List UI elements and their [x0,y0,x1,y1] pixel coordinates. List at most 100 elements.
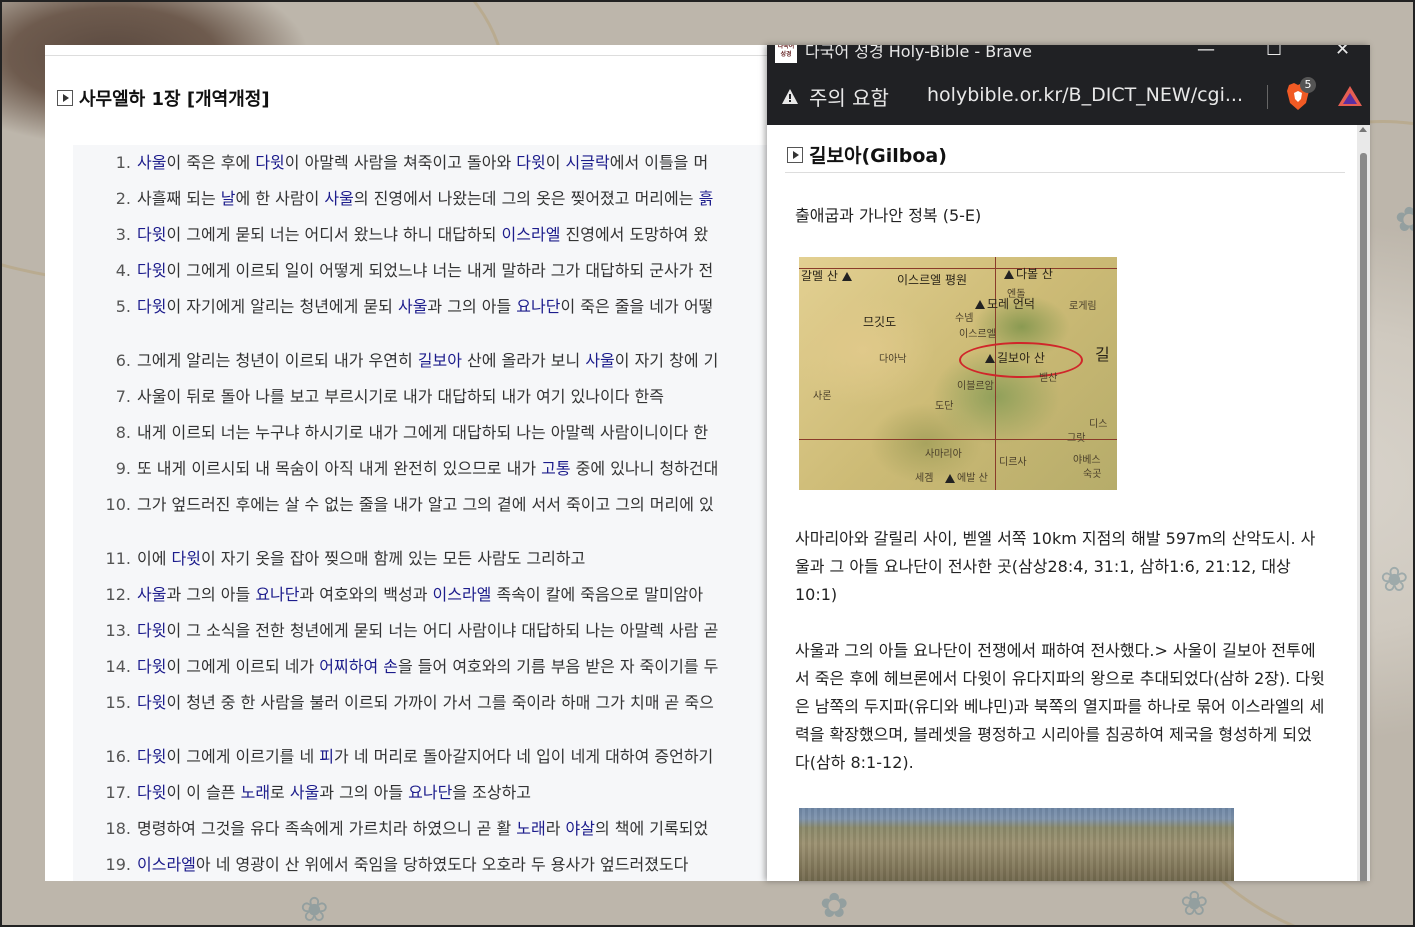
verse-text: 진영에서 도망하여 왔 [560,225,709,244]
dictionary-link[interactable]: 사울 [137,585,166,604]
dictionary-link[interactable]: 다윗 [137,693,166,712]
dictionary-link[interactable]: 야살 [566,819,595,838]
play-icon[interactable] [57,90,73,106]
dictionary-link[interactable]: 어찌하여 [319,657,378,676]
scrollbar-thumb[interactable] [1360,153,1367,881]
verse-text: 에서 이틀을 머 [609,153,709,172]
verse-number: 3. [115,225,131,244]
dictionary-link[interactable]: 길보아 [418,351,462,370]
verse-item: 16. 다윗이 그에게 이르기를 네 피가 네 머리로 돌아갈지어다 네 입이 네… [73,745,714,769]
play-icon[interactable] [787,146,803,163]
map-label-ebal: 에발 산 [945,469,988,484]
verse-item: 8. 내게 이르되 너는 누구냐 하시기로 내가 그에게 대답하되 나는 아말렉 … [73,421,708,445]
verse-text: 로 [270,783,290,802]
dictionary-link[interactable]: 다윗 [137,747,166,766]
verse-text: 산에 올라가 보니 [461,351,586,370]
address-bar[interactable]: 주의 요함 holybible.or.kr/B_DICT_NEW/cgi... … [767,69,1370,125]
dictionary-link[interactable]: 사울 [324,189,353,208]
map-label-samaria: 사마리아 [925,449,962,460]
dictionary-link[interactable]: 다윗 [255,153,284,172]
verse-text: 라 [545,819,566,838]
map-label-moreh: 모레 언덕 [975,295,1035,312]
dictionary-link[interactable]: 다윗 [137,297,166,316]
verse-number: 18. [105,819,131,838]
url-field[interactable]: holybible.or.kr/B_DICT_NEW/cgi... [927,84,1243,106]
warning-icon[interactable] [781,88,799,106]
dictionary-entry: 길보아(Gilboa) 출애굽과 가나안 정복 (5-E) 갈멜 산 이스르엘 … [767,125,1357,881]
dictionary-link[interactable]: 요나단 [516,297,560,316]
verse-text: 명령하여 그것을 유다 족속에게 가르치라 하였으니 곧 활 [137,819,517,838]
dictionary-link[interactable]: 손 [383,657,398,676]
dictionary-link[interactable]: 다윗 [137,261,166,280]
verse-text: 이 자기 옷을 잡아 찢으매 함께 있는 모든 사람도 그리하고 [200,549,586,568]
verse-number: 2. [115,189,131,208]
verse-text: 내게 이르되 너는 누구냐 하시기로 내가 그에게 대답하되 나는 아말렉 사람… [137,423,709,442]
dictionary-link[interactable]: 피 [319,747,334,766]
dictionary-link[interactable]: 요나단 [408,783,452,802]
verse-text: 이 자기 창에 기 [614,351,719,370]
close-button[interactable]: ✕ [1335,45,1350,59]
dictionary-link[interactable]: 사울 [398,297,427,316]
verse-number: 19. [105,855,131,874]
dictionary-link[interactable]: 고통 [541,459,570,478]
map-label-jezreel-plain: 이스르엘 평원 [897,273,968,287]
dictionary-link[interactable]: 사울 [137,153,166,172]
verse-text: 을 조상하고 [452,783,532,802]
dictionary-link[interactable]: 흙 [699,189,714,208]
dictionary-link[interactable]: 다윗 [516,153,545,172]
verse-text: 의 진영에서 나왔는데 그의 옷은 찢어졌고 머리에는 [353,189,699,208]
verse-number: 1. [115,153,131,172]
vertical-scrollbar[interactable] [1357,125,1370,881]
entry-heading: 길보아(Gilboa) [787,141,947,168]
scroll-up-arrow-icon[interactable] [1359,127,1367,132]
dictionary-link[interactable]: 사울 [585,351,614,370]
verse-item: 11. 이에 다윗이 자기 옷을 잡아 찢으매 함께 있는 모든 사람도 그리하고 [73,547,586,571]
verse-number: 17. [105,783,131,802]
verse-text: 이에 [137,549,172,568]
security-status-label[interactable]: 주의 요함 [809,82,889,111]
dictionary-link[interactable]: 이스라엘 [502,225,561,244]
dictionary-link[interactable]: 이스라엘 [137,855,196,874]
map-label-tabor: 다볼 산 [1004,265,1053,282]
brave-rewards-icon[interactable] [1337,85,1363,107]
dictionary-link[interactable]: 요나단 [255,585,299,604]
verse-number: 4. [115,261,131,280]
entry-title: 길보아(Gilboa) [809,145,947,167]
verse-item: 1. 사울이 죽은 후에 다윗이 아말렉 사람을 쳐죽이고 돌아와 다윗이 시글락… [73,151,708,175]
verse-item: 12. 사울과 그의 아들 요나단과 여호와의 백성과 이스라엘 족속이 칼에 죽… [73,583,704,607]
verse-text: 이 자기에게 알리는 청년에게 묻되 [166,297,398,316]
description-paragraph-2: 사울과 그의 아들 요나단이 전쟁에서 패하여 전사했다.> 사울이 길보아 전… [795,641,1325,772]
verse-text: 이 죽은 줄을 네가 어떻 [560,297,714,316]
verse-text: 그가 엎드러진 후에는 살 수 없는 줄을 내가 알고 그의 곁에 서서 죽이고… [137,495,714,514]
dictionary-link[interactable]: 다윗 [137,621,166,640]
flower-decoration-icon: ✿ [820,886,849,926]
verse-text: 이 그에게 묻되 너는 어디서 왔느냐 하니 대답하되 [166,225,502,244]
dictionary-link[interactable]: 이스라엘 [433,585,492,604]
dictionary-link[interactable]: 날 [221,189,236,208]
dictionary-link[interactable]: 다윗 [137,657,166,676]
dictionary-link[interactable]: 노래 [241,783,270,802]
minimize-button[interactable]: — [1197,45,1215,59]
verse-text: 이 청년 중 한 사람을 불러 이르되 가까이 가서 그를 죽이라 하매 그가 … [166,693,714,712]
map-label-tirzah: 디르사 [999,457,1027,468]
dictionary-link[interactable]: 노래 [516,819,545,838]
dictionary-link[interactable]: 사울 [290,783,319,802]
verse-item: 14. 다윗이 그에게 이르되 네가 어찌하여 손을 들어 여호와의 기름 부음 … [73,655,719,679]
window-titlebar[interactable]: 다국어 성경 다국어 성경 Holy-Bible - Brave — ☐ ✕ [767,45,1370,69]
maximize-button[interactable]: ☐ [1266,45,1282,59]
gilboa-photo-image [799,808,1234,881]
verse-text: 을 들어 여호와의 기름 부음 받은 자 죽이기를 두 [398,657,719,676]
dictionary-link[interactable]: 다윗 [137,783,166,802]
verse-text: 사울이 뒤로 돌아 나를 보고 부르시기로 내가 대답하되 내가 여기 있나이다… [137,387,664,406]
verse-number: 6. [115,351,131,370]
gilboa-map-image: 갈멜 산 이스르엘 평원 다볼 산 엔돌 모레 언덕 수넴 므깃도 이스르엘 다… [799,257,1117,490]
verse-text: 의 책에 기록되었 [594,819,709,838]
verse-item: 4. 다윗이 그에게 이르되 일이 어떻게 되었느냐 너는 내게 말하라 그가 대… [73,259,714,283]
verse-item: 18. 명령하여 그것을 유다 족속에게 가르치라 하였으니 곧 활 노래라 야살… [73,817,709,841]
dictionary-link[interactable]: 시글락 [566,153,610,172]
dictionary-link[interactable]: 다윗 [172,549,201,568]
dictionary-link[interactable]: 다윗 [137,225,166,244]
verse-item: 6. 그에게 알리는 청년이 이르되 내가 우연히 길보아 산에 올라가 보니 사… [73,349,719,373]
chapter-heading: 사무엘하 1장 [개역개정] [57,85,270,111]
map-label-gerasa: 로게림 [1069,301,1097,312]
